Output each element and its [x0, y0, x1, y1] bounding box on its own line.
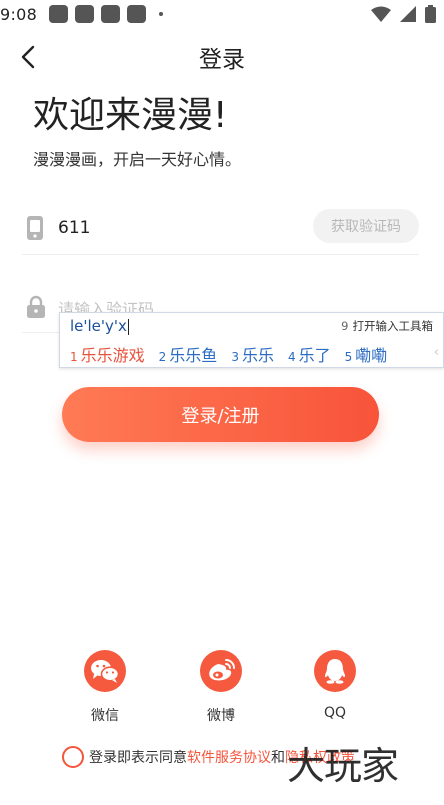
ime-candidate-number: 1	[70, 350, 78, 364]
service-agreement-link[interactable]: 软件服务协议	[187, 747, 271, 767]
ime-composition: le'le'y'x	[70, 317, 129, 335]
ime-candidate-number: 5	[344, 350, 353, 364]
battery-icon	[425, 5, 436, 23]
page-title: 登录	[199, 47, 245, 73]
agreement-checkbox[interactable]	[62, 746, 84, 768]
lock-icon	[27, 295, 45, 318]
notification-icon	[127, 5, 147, 23]
phone-input[interactable]	[58, 213, 288, 243]
ime-candidate[interactable]: 5 嘞嘞	[345, 342, 388, 366]
social-login-wechat[interactable]: 微信	[65, 650, 145, 725]
ime-candidate-text: 嘞嘞	[355, 346, 388, 365]
text-cursor	[127, 318, 129, 335]
ime-candidate[interactable]: 4 乐了	[288, 342, 331, 366]
ime-candidate-list: 1 乐乐游戏 2 乐乐鱼 3 乐乐 4 乐了 5 嘞嘞	[70, 342, 401, 366]
ime-candidate-popup: le'le'y'x 9 打开输入工具箱 1 乐乐游戏 2 乐乐鱼 3 乐乐 4 乐了 5嘞…	[59, 312, 444, 368]
wechat-icon	[84, 650, 126, 692]
notification-icons	[49, 5, 164, 23]
login-register-button[interactable]: 登录/注册	[62, 387, 379, 442]
ime-candidate-text: 乐了	[298, 346, 331, 365]
social-label: 微信	[91, 708, 119, 724]
ime-candidate-text: 乐乐	[241, 346, 274, 365]
ime-candidate-text: 乐乐鱼	[169, 346, 218, 365]
ime-candidate-number: 4	[287, 350, 296, 364]
ime-toolbox-button[interactable]: 9 打开输入工具箱	[341, 318, 433, 334]
social-label: 微博	[207, 708, 235, 724]
more-notifications-icon	[159, 12, 164, 16]
ime-candidate-text: 乐乐游戏	[80, 346, 145, 365]
ime-candidate-number: 2	[158, 350, 167, 364]
agreement-and: 和	[271, 750, 285, 766]
ime-toolbox-number: 9	[341, 319, 349, 333]
get-code-button[interactable]: 获取验证码	[313, 209, 419, 243]
agreement-prefix: 登录即表示同意	[89, 750, 187, 766]
phone-field-row: 获取验证码	[22, 205, 419, 255]
ime-composition-text: le'le'y'x	[70, 317, 127, 335]
wifi-icon	[371, 6, 391, 22]
ime-candidate[interactable]: 3 乐乐	[231, 342, 274, 366]
welcome-title: 欢迎来漫漫!	[33, 95, 228, 136]
ime-candidate[interactable]: 1 乐乐游戏	[70, 342, 145, 366]
notification-icon	[75, 5, 95, 23]
signal-icon	[400, 6, 416, 22]
ime-more-icon[interactable]: ‹	[434, 345, 439, 360]
ime-candidate[interactable]: 2 乐乐鱼	[159, 342, 218, 366]
social-label: QQ	[323, 705, 347, 721]
status-bar: 9:08	[0, 0, 444, 28]
notification-icon	[49, 5, 69, 23]
qq-icon	[314, 650, 356, 692]
ime-toolbox-label: 打开输入工具箱	[352, 319, 434, 333]
weibo-icon	[200, 650, 242, 692]
ime-candidate-number: 3	[231, 350, 239, 364]
phone-icon	[27, 216, 43, 240]
social-login-weibo[interactable]: 微博	[181, 650, 261, 725]
status-time: 9:08	[0, 4, 38, 24]
welcome-subtitle: 漫漫漫画，开启一天好心情。	[33, 150, 242, 169]
header: 登录	[0, 36, 444, 78]
watermark-logo: 大玩家	[287, 744, 399, 788]
social-login-qq[interactable]: QQ	[295, 650, 375, 721]
notification-icon	[101, 5, 121, 23]
